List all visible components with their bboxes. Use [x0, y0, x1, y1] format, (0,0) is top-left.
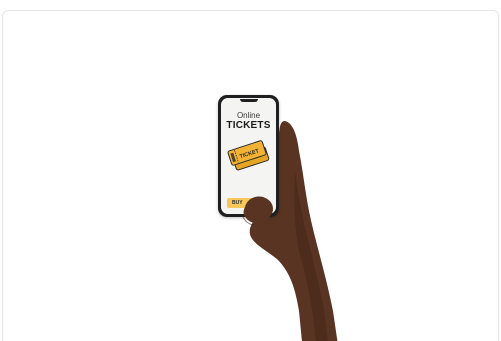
image-card: Online TICKETS TICKET BUY [2, 10, 499, 341]
phone-notch [239, 99, 258, 102]
ticket-icon: TICKET [227, 140, 270, 171]
screen-title: Online [236, 111, 261, 120]
thumb-illustration [242, 196, 273, 226]
screen-heading: TICKETS [226, 120, 271, 131]
